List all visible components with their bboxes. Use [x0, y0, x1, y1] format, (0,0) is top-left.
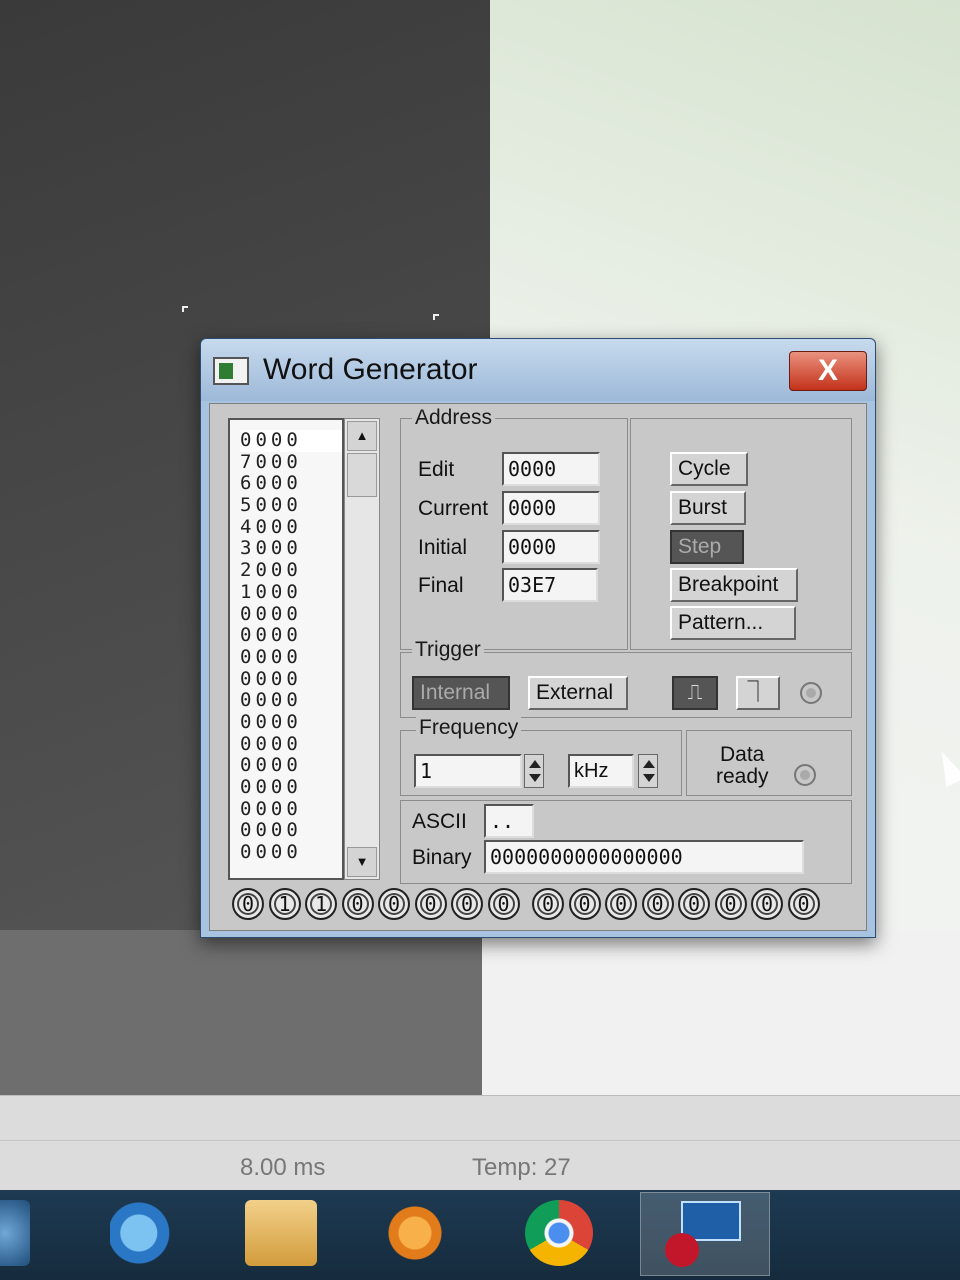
bit-indicator[interactable]: 0	[378, 888, 410, 920]
word-list-item[interactable]: 0000	[240, 755, 342, 777]
falling-edge-icon[interactable]: ⏋	[736, 676, 780, 710]
word-list-item[interactable]: 0000	[240, 668, 342, 691]
pattern-button[interactable]: Pattern...	[670, 606, 796, 640]
word-list-item[interactable]: 3000	[240, 538, 342, 560]
frequency-value-field[interactable]: 1	[414, 754, 522, 788]
word-list-scrollbar[interactable]: ▲ ▼	[344, 418, 380, 880]
word-list-item[interactable]: 0000	[240, 690, 342, 712]
trigger-indicator-icon	[800, 682, 822, 704]
app-icon	[213, 357, 249, 385]
bit-indicator[interactable]: 0	[714, 888, 747, 920]
media-player-icon[interactable]	[385, 1200, 445, 1266]
window-client: 0000 7000 6000 5000 4000 3000 2000 1000 0000 0000…	[209, 403, 867, 931]
edit-label: Edit	[418, 458, 455, 481]
frequency-group-label: Frequency	[416, 716, 522, 740]
bit-indicator[interactable]: 1	[305, 888, 337, 920]
unit-spinner-icon[interactable]	[638, 754, 658, 788]
step-button[interactable]: Step	[670, 530, 744, 564]
taskbar-active-app[interactable]	[640, 1192, 770, 1276]
internal-trigger-button[interactable]: Internal	[412, 676, 510, 710]
bit-indicator[interactable]: 0	[532, 888, 564, 920]
final-address-field[interactable]: 03E7	[502, 568, 598, 602]
data-ready-label-line2: ready	[716, 765, 769, 788]
data-ready-indicator-icon	[794, 764, 816, 786]
word-generator-window: Word Generator X 0000 7000 6000 5000 4000 300…	[200, 338, 876, 938]
trigger-group-label: Trigger	[412, 638, 484, 662]
binary-field[interactable]: 0000000000000000	[484, 840, 804, 874]
word-list-item[interactable]: 0000	[240, 733, 342, 756]
bit-indicator[interactable]: 0	[678, 888, 710, 920]
initial-label: Initial	[418, 536, 468, 559]
scroll-thumb[interactable]	[347, 453, 377, 497]
chrome-icon[interactable]	[525, 1200, 593, 1266]
word-list-item[interactable]: 4000	[240, 516, 342, 539]
data-ready-label-line1: Data	[720, 743, 765, 766]
status-divider	[0, 1140, 960, 1141]
bit-indicator[interactable]: 0	[232, 888, 264, 920]
bit-indicator[interactable]: 0	[414, 888, 447, 920]
selection-corner-mark	[433, 314, 439, 320]
data-ready-label: Data ready	[716, 744, 769, 788]
status-temp: Temp: 27	[472, 1154, 571, 1181]
bit-indicator[interactable]: 0	[641, 888, 674, 920]
bit-indicator[interactable]: 0	[751, 888, 783, 920]
ascii-label: ASCII	[412, 810, 467, 833]
breakpoint-button[interactable]: Breakpoint	[670, 568, 798, 602]
word-list-item[interactable]: 0000	[240, 603, 342, 626]
start-orb-icon[interactable]	[0, 1200, 30, 1266]
external-trigger-button[interactable]: External	[528, 676, 628, 710]
word-list-item[interactable]: 7000	[240, 451, 342, 474]
selection-corner-mark	[182, 306, 188, 312]
binary-label: Binary	[412, 846, 472, 869]
titlebar[interactable]: Word Generator X	[201, 339, 875, 401]
address-group-label: Address	[412, 406, 496, 430]
bit-indicator[interactable]: 0	[568, 888, 601, 920]
edit-address-field[interactable]: 0000	[502, 452, 600, 486]
word-list-item[interactable]: 0000	[240, 776, 342, 799]
bit-indicator[interactable]: 0	[487, 888, 520, 920]
bit-indicator[interactable]: 0	[341, 888, 374, 920]
workspace-right	[482, 930, 960, 1095]
ascii-field[interactable]: ..	[484, 804, 534, 838]
word-list-item[interactable]: 0000	[240, 624, 342, 647]
workspace-left	[0, 930, 482, 1095]
scroll-up-icon[interactable]: ▲	[347, 421, 377, 451]
bit-indicator-row: 0110000000000000	[232, 888, 852, 924]
word-list-item[interactable]: 0000	[240, 711, 342, 734]
burst-button[interactable]: Burst	[670, 491, 746, 525]
window-title: Word Generator	[263, 353, 478, 386]
status-bar: 8.00 ms Temp: 27	[0, 1095, 960, 1190]
close-button[interactable]: X	[789, 351, 867, 391]
word-list-item[interactable]: 6000	[240, 473, 342, 495]
taskbar	[0, 1190, 960, 1280]
word-list-item[interactable]: 5000	[240, 494, 342, 517]
rising-edge-icon[interactable]: ⎍	[672, 676, 718, 710]
bit-indicator[interactable]: 0	[787, 888, 820, 920]
initial-address-field[interactable]: 0000	[502, 530, 600, 564]
bit-indicator[interactable]: 1	[268, 888, 301, 920]
frequency-unit-select[interactable]: kHz	[568, 754, 634, 788]
word-list[interactable]: 0000 7000 6000 5000 4000 3000 2000 1000 0000 0000…	[228, 418, 344, 880]
cycle-button[interactable]: Cycle	[670, 452, 748, 486]
word-list-item[interactable]: 0000	[240, 841, 342, 864]
word-list-item[interactable]: 0000	[240, 646, 342, 669]
word-list-item[interactable]: 0000	[240, 820, 342, 842]
word-list-item[interactable]: 1000	[240, 581, 342, 604]
final-label: Final	[418, 574, 464, 597]
status-time: 8.00 ms	[240, 1154, 326, 1181]
scroll-down-icon[interactable]: ▼	[347, 847, 377, 877]
current-address-field[interactable]: 0000	[502, 491, 600, 525]
word-list-item[interactable]: 2000	[240, 559, 342, 582]
word-list-item[interactable]: 0000	[240, 798, 342, 821]
bit-indicator[interactable]: 0	[605, 888, 637, 920]
frequency-spinner-icon[interactable]	[524, 754, 544, 788]
multisim-badge-icon	[665, 1233, 699, 1267]
file-explorer-icon[interactable]	[245, 1200, 317, 1266]
word-list-item[interactable]: 0000	[240, 429, 342, 452]
current-label: Current	[418, 497, 489, 520]
bit-indicator[interactable]: 0	[451, 888, 483, 920]
data-ready-box	[686, 730, 852, 796]
internet-explorer-icon[interactable]	[110, 1200, 182, 1266]
